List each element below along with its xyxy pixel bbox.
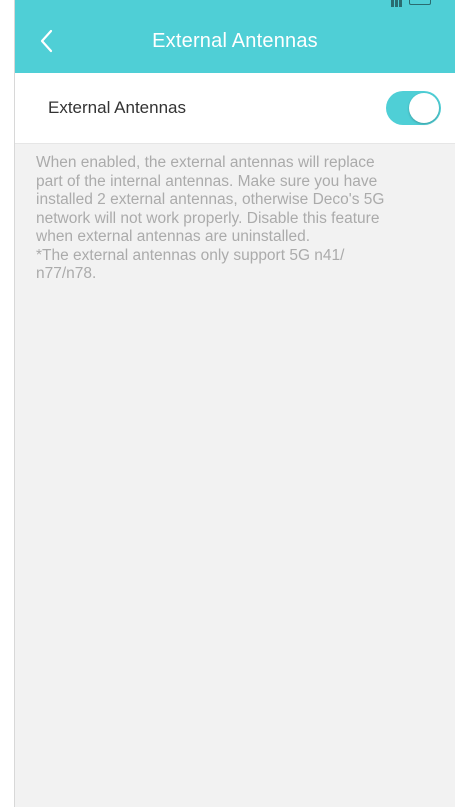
- external-antennas-setting-row: External Antennas: [15, 73, 455, 144]
- description-line: network will not work properly. Disable …: [36, 209, 380, 227]
- description-note-line: n77/n78.: [36, 265, 97, 282]
- navigation-header: External Antennas: [15, 10, 455, 73]
- description-line: when external antennas are uninstalled.: [36, 228, 311, 245]
- toggle-knob: [409, 93, 439, 123]
- description-note-line: *The external antennas only support 5G n…: [36, 246, 345, 264]
- left-edge-panel: [0, 0, 14, 807]
- setting-label: External Antennas: [48, 98, 186, 117]
- status-icons: [391, 0, 431, 10]
- page-title: External Antennas: [152, 30, 318, 52]
- description-line: installed 2 external antennas, otherwise…: [36, 191, 385, 208]
- external-antennas-toggle[interactable]: [386, 91, 441, 125]
- description-line: part of the internal antennas. Make sure…: [36, 172, 378, 190]
- signal-icon: [391, 0, 403, 10]
- status-bar: [15, 0, 455, 10]
- description-text: When enabled, the external antennas will…: [36, 154, 446, 284]
- description-line: When enabled, the external antennas will…: [36, 154, 375, 171]
- app-screen: External Antennas External Antennas When…: [0, 0, 455, 807]
- battery-icon: [409, 0, 431, 5]
